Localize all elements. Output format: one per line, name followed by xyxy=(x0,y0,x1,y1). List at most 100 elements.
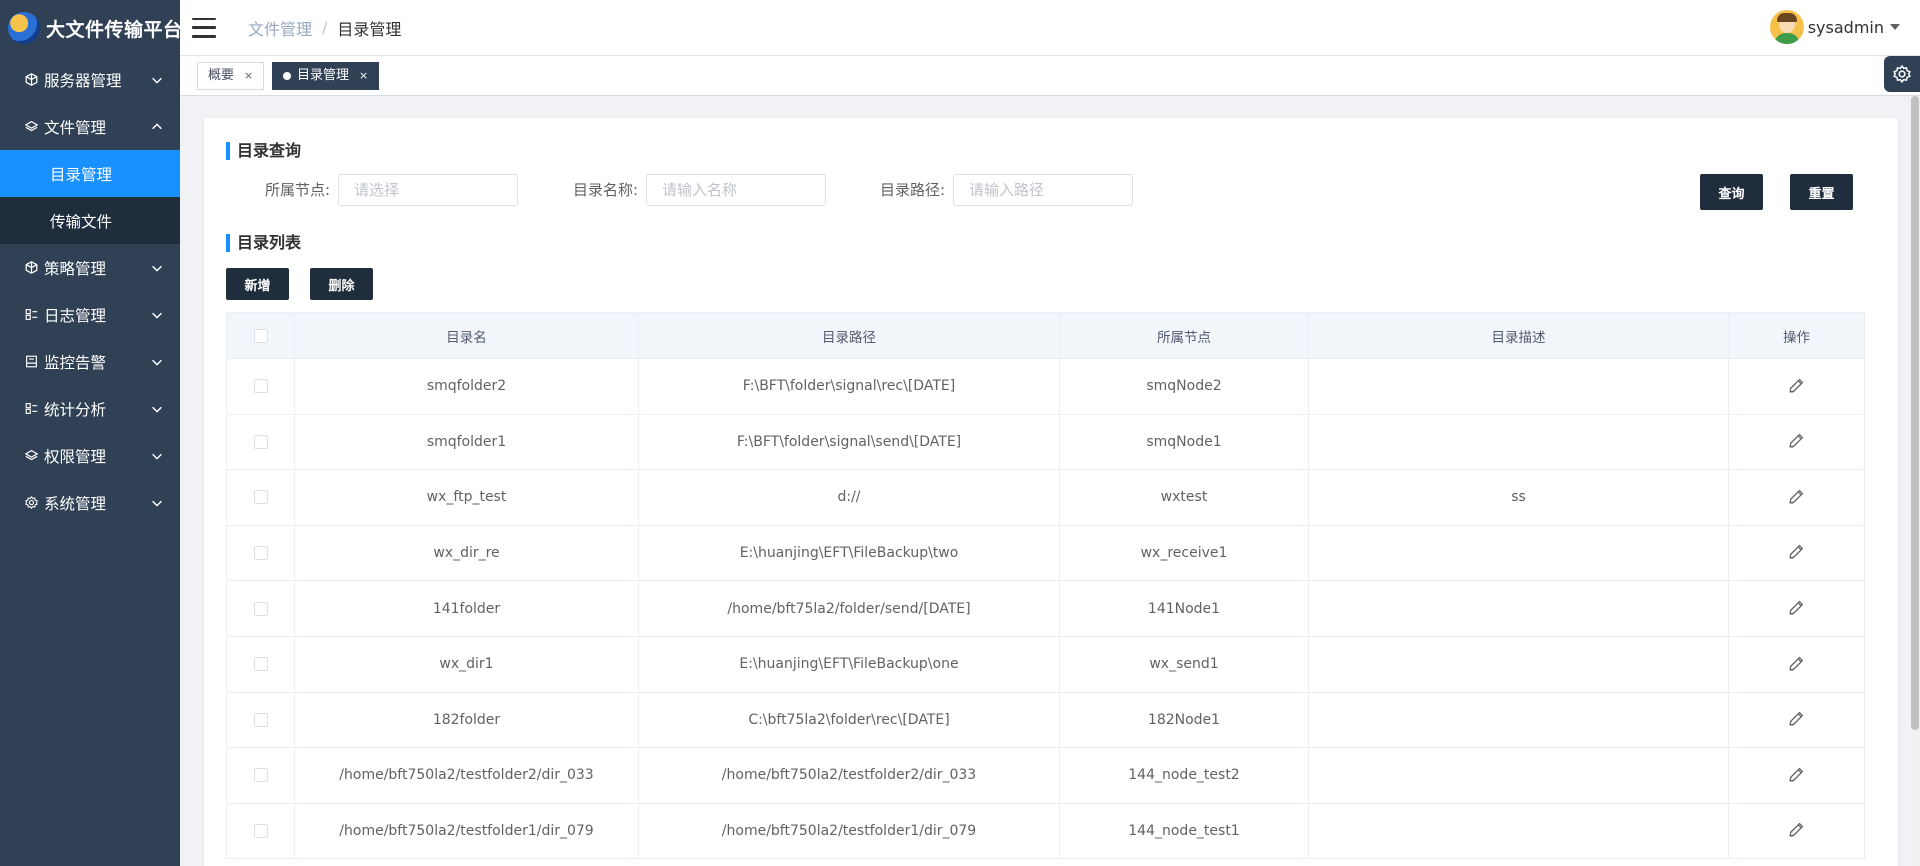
user-dropdown[interactable]: sysadmin xyxy=(1769,10,1900,44)
app-logo[interactable]: 大文件传输平台 xyxy=(0,0,182,56)
cell-node: smqNode1 xyxy=(1059,413,1309,471)
cell-name: smqfolder1 xyxy=(294,413,639,471)
cell-action xyxy=(1728,747,1865,804)
sidebar-item-log[interactable]: 日志管理 xyxy=(0,291,180,338)
row-checkbox[interactable] xyxy=(253,546,268,561)
tag-overview[interactable]: 概要 × xyxy=(197,62,265,90)
row-checkbox[interactable] xyxy=(253,657,268,672)
cell-path: F:\BFT\folder\signal\send\[DATE] xyxy=(638,413,1060,471)
row-checkbox[interactable] xyxy=(253,768,268,783)
list-icon xyxy=(24,402,38,416)
row-checkbox[interactable] xyxy=(253,379,268,394)
page-scrollbar[interactable] xyxy=(1910,96,1920,866)
edit-icon[interactable] xyxy=(1787,375,1807,395)
row-checkbox[interactable] xyxy=(253,434,268,449)
caret-down-icon xyxy=(1890,24,1900,30)
sidebar-item-file[interactable]: 文件管理 xyxy=(0,103,180,150)
table-row: /home/bft750la2/testfolder2/dir_033 /hom… xyxy=(226,747,1865,804)
scrollbar-thumb[interactable] xyxy=(1911,96,1919,730)
gear-icon xyxy=(1893,65,1911,83)
logo-icon xyxy=(8,12,40,44)
layers-icon xyxy=(24,449,38,463)
sidebar-item-label: 系统管理 xyxy=(44,494,107,513)
sidebar-item-server[interactable]: 服务器管理 xyxy=(0,56,180,103)
edit-icon[interactable] xyxy=(1787,653,1807,673)
sidebar-item-label: 统计分析 xyxy=(44,400,107,419)
chevron-down-icon xyxy=(152,500,162,507)
sidebar-item-system[interactable]: 系统管理 xyxy=(0,479,180,526)
table-row: 141folder /home/bft75la2/folder/send/[DA… xyxy=(226,580,1865,637)
add-button[interactable]: 新增 xyxy=(226,268,289,300)
cell-action xyxy=(1728,358,1865,415)
reset-button[interactable]: 重置 xyxy=(1790,174,1853,210)
row-select-cell xyxy=(226,747,295,804)
sidebar-item-permission[interactable]: 权限管理 xyxy=(0,432,180,479)
hamburger-menu-icon[interactable] xyxy=(192,17,216,38)
cell-path: E:\huanjing\EFT\FileBackup\one xyxy=(638,635,1060,693)
node-select[interactable] xyxy=(338,174,518,206)
sidebar-item-directory[interactable]: 目录管理 xyxy=(0,150,180,197)
sidebar-item-monitor[interactable]: 监控告警 xyxy=(0,338,180,385)
cell-path: /home/bft750la2/testfolder1/dir_079 xyxy=(638,802,1060,860)
row-checkbox[interactable] xyxy=(253,712,268,727)
edit-icon[interactable] xyxy=(1787,542,1807,562)
sidebar-item-transfer[interactable]: 传输文件 xyxy=(0,197,180,244)
cell-name: wx_dir_re xyxy=(294,524,639,582)
cell-name: wx_dir1 xyxy=(294,635,639,693)
settings-gear-button[interactable] xyxy=(1884,56,1920,92)
tag-label: 目录管理 xyxy=(297,68,350,83)
cell-desc: ss xyxy=(1308,469,1729,526)
column-header-node: 所属节点 xyxy=(1059,312,1309,359)
row-checkbox[interactable] xyxy=(253,824,268,839)
select-all-checkbox[interactable] xyxy=(253,328,268,343)
sidebar-item-policy[interactable]: 策略管理 xyxy=(0,244,180,291)
column-header-action: 操作 xyxy=(1728,312,1865,359)
breadcrumb: 文件管理 / 目录管理 xyxy=(248,16,401,40)
edit-icon[interactable] xyxy=(1787,764,1807,784)
edit-icon[interactable] xyxy=(1787,431,1807,451)
table-header-row: 目录名 目录路径 所属节点 目录描述 操作 xyxy=(226,312,1865,359)
table-body: smqfolder2 F:\BFT\folder\signal\rec\[DAT… xyxy=(226,358,1865,860)
row-checkbox[interactable] xyxy=(253,490,268,505)
select-all-cell xyxy=(226,312,295,359)
delete-button[interactable]: 删除 xyxy=(310,268,373,300)
cell-desc xyxy=(1308,358,1729,415)
row-select-cell xyxy=(226,358,295,415)
tag-label: 概要 xyxy=(208,68,235,83)
edit-icon[interactable] xyxy=(1787,709,1807,729)
cell-action xyxy=(1728,691,1865,749)
close-icon[interactable]: × xyxy=(244,63,253,89)
cell-name: smqfolder2 xyxy=(294,358,639,415)
cell-name: wx_ftp_test xyxy=(294,469,639,526)
close-icon[interactable]: × xyxy=(359,63,368,89)
cell-name: /home/bft750la2/testfolder1/dir_079 xyxy=(294,802,639,860)
name-input[interactable] xyxy=(646,174,826,206)
cell-desc xyxy=(1308,580,1729,637)
table-row: /home/bft750la2/testfolder1/dir_079 /hom… xyxy=(226,802,1865,860)
sidebar-item-stats[interactable]: 统计分析 xyxy=(0,385,180,432)
monitor-icon xyxy=(24,355,38,369)
layers-icon xyxy=(24,120,38,134)
cell-node: wx_send1 xyxy=(1059,635,1309,693)
node-label: 所属节点: xyxy=(264,181,330,199)
cell-path: C:\bft75la2\folder\rec\[DATE] xyxy=(638,691,1060,749)
path-input[interactable] xyxy=(953,174,1133,206)
cell-name: 182folder xyxy=(294,691,639,749)
search-button[interactable]: 查询 xyxy=(1700,174,1763,210)
edit-icon[interactable] xyxy=(1787,597,1807,617)
sidebar-item-label: 监控告警 xyxy=(44,353,107,372)
cell-node: smqNode2 xyxy=(1059,358,1309,415)
edit-icon[interactable] xyxy=(1787,820,1807,840)
tag-directory[interactable]: 目录管理 × xyxy=(272,62,380,90)
edit-icon[interactable] xyxy=(1787,486,1807,506)
table-row: wx_dir1 E:\huanjing\EFT\FileBackup\one w… xyxy=(226,635,1865,693)
cell-desc xyxy=(1308,635,1729,693)
submenu-file: 目录管理 传输文件 xyxy=(0,150,180,244)
row-checkbox[interactable] xyxy=(253,601,268,616)
cell-path: /home/bft75la2/folder/send/[DATE] xyxy=(638,580,1060,637)
row-select-cell xyxy=(226,802,295,860)
sidebar: 大文件传输平台 服务器管理 文件管理 目录管理 传输文件 策略管理 日志管理 监… xyxy=(0,0,182,866)
sidebar-item-label: 文件管理 xyxy=(44,118,107,137)
cell-action xyxy=(1728,469,1865,526)
breadcrumb-parent[interactable]: 文件管理 xyxy=(248,16,312,40)
